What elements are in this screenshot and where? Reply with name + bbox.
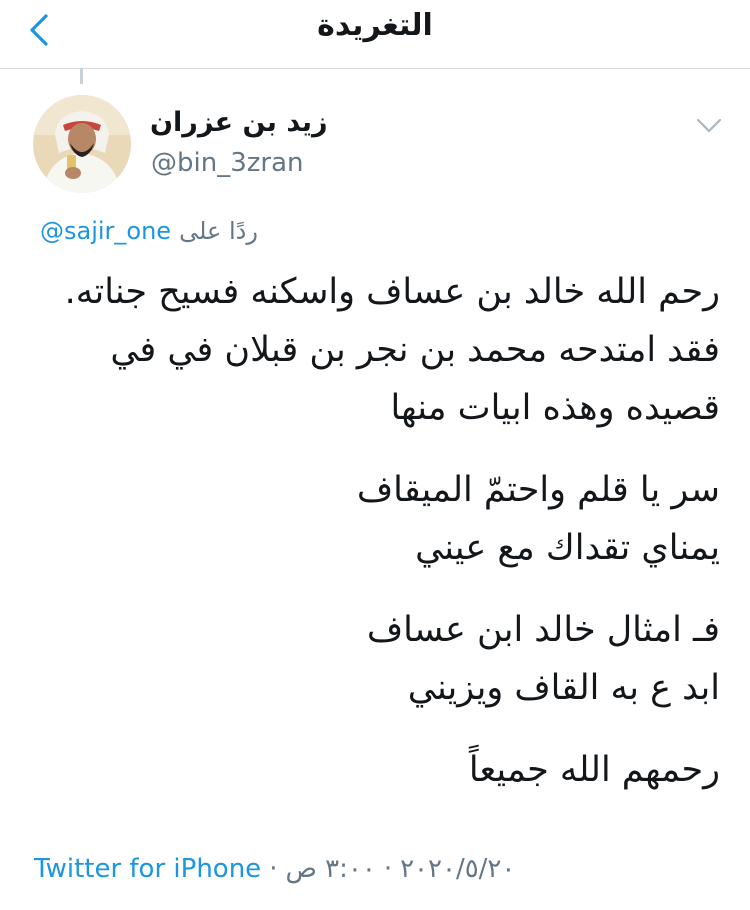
- author-handle[interactable]: @bin_3zran: [151, 148, 304, 178]
- profile-photo: [33, 95, 131, 193]
- tweet-line: رحم الله خالد بن عساف واسكنه فسيح جناته.: [64, 272, 720, 312]
- tweet-line: ابد ع به القاف ويزيني: [407, 668, 720, 708]
- tweet-line: يمناي تقداك مع عيني: [415, 528, 720, 568]
- tweet-source-link[interactable]: Twitter for iPhone: [34, 854, 261, 884]
- chevron-down-icon: [696, 118, 722, 133]
- avatar[interactable]: [33, 95, 131, 193]
- meta-separator: ·: [383, 854, 393, 884]
- tweet-meta: Twitter for iPhone · ٢٠٢٠/٥/٢٠·٣:٠٠ ص: [34, 854, 515, 884]
- reply-mention-link[interactable]: @sajir_one: [40, 217, 171, 245]
- tweet-line: سر يا قلم واحتمّ الميقاف: [356, 470, 720, 510]
- tweet-line: قصيده وهذه ابيات منها: [390, 388, 720, 428]
- reply-prefix: ردًا على: [179, 217, 258, 245]
- page-title: التغريدة: [317, 8, 433, 43]
- tweet-menu-button[interactable]: [692, 110, 726, 140]
- author-name[interactable]: زيد بن عزران: [150, 107, 328, 138]
- thread-connector-line: [80, 68, 83, 84]
- tweet-line: فـ امثال خالد ابن عساف: [366, 610, 720, 650]
- top-bar: التغريدة: [0, 0, 750, 69]
- tweet-line: رحمهم الله جميعاً: [468, 750, 720, 790]
- tweet-text: رحم الله خالد بن عساف واسكنه فسيح جناته.…: [30, 263, 720, 799]
- reply-context: @sajir_one ردًا على: [40, 217, 258, 245]
- tweet-line: فقد امتدحه محمد بن نجر بن قبلان في في: [110, 330, 720, 370]
- tweet-date: ٢٠٢٠/٥/٢٠: [400, 854, 516, 884]
- meta-separator: ·: [269, 854, 278, 884]
- tweet-time: ٣:٠٠ ص: [285, 854, 376, 884]
